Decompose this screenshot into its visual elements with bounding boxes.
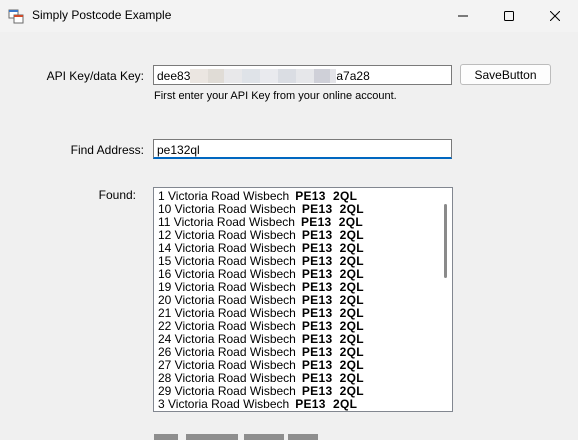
- list-item[interactable]: 3 Victoria Road Wisbech PE13 2QL: [158, 398, 357, 411]
- list-item-address: 14 Victoria Road Wisbech: [158, 241, 296, 255]
- window-title: Simply Postcode Example: [32, 8, 172, 22]
- redacted-block: [296, 69, 315, 83]
- api-key-input[interactable]: dee83 a7a28: [153, 65, 452, 85]
- find-address-value: pe132ql: [157, 143, 200, 157]
- list-item-postcode: PE13 2QL: [301, 293, 364, 307]
- list-item-postcode: PE13 2QL: [295, 397, 358, 411]
- list-item-address: 29 Victoria Road Wisbech: [158, 384, 296, 398]
- list-item-postcode: PE13 2QL: [301, 371, 364, 385]
- list-item-postcode: PE13 2QL: [295, 189, 358, 203]
- maximize-button[interactable]: [486, 0, 532, 32]
- list-item-address: 22 Victoria Road Wisbech: [158, 319, 296, 333]
- list-item-postcode: PE13 2QL: [301, 280, 364, 294]
- list-item-postcode: PE13 2QL: [301, 267, 364, 281]
- redacted-block: [208, 69, 225, 83]
- list-item-address: 16 Victoria Road Wisbech: [158, 267, 296, 281]
- list-item-address: 28 Victoria Road Wisbech: [158, 371, 296, 385]
- list-item-address: 26 Victoria Road Wisbech: [158, 345, 296, 359]
- api-key-suffix: a7a28: [336, 69, 370, 83]
- api-key-value: dee83 a7a28: [157, 69, 370, 83]
- redacted-block: [224, 69, 243, 83]
- cut-off-control: [186, 434, 238, 440]
- list-item-address: 20 Victoria Road Wisbech: [158, 293, 296, 307]
- api-key-label: API Key/data Key:: [46, 69, 144, 83]
- vertical-scrollbar[interactable]: [437, 188, 452, 411]
- list-item-address: 12 Victoria Road Wisbech: [158, 228, 296, 242]
- results-listbox[interactable]: 1 Victoria Road Wisbech PE13 2QL 10 Victor…: [153, 187, 453, 412]
- api-key-prefix: dee83: [157, 69, 191, 83]
- list-item-postcode: PE13 2QL: [301, 254, 364, 268]
- cut-off-control: [154, 434, 178, 440]
- list-item-postcode: PE13 2QL: [300, 215, 364, 229]
- list-item-address: 3 Victoria Road Wisbech: [158, 397, 290, 411]
- list-item-address: 19 Victoria Road Wisbech: [158, 280, 296, 294]
- redacted-block: [190, 69, 209, 83]
- found-label: Found:: [98, 188, 136, 202]
- scrollbar-thumb[interactable]: [444, 204, 447, 278]
- redacted-block: [260, 69, 279, 83]
- find-address-label: Find Address:: [70, 143, 144, 157]
- list-item-address: 27 Victoria Road Wisbech: [158, 358, 296, 372]
- list-item-address: 10 Victoria Road Wisbech: [158, 202, 296, 216]
- list-item-address: 1 Victoria Road Wisbech: [158, 189, 290, 203]
- list-item-postcode: PE13 2QL: [301, 384, 364, 398]
- minimize-button[interactable]: [440, 0, 486, 32]
- list-item-postcode: PE13 2QL: [301, 358, 364, 372]
- app-icon: [8, 9, 24, 24]
- close-icon: [550, 11, 560, 21]
- api-key-hint: First enter your API Key from your onlin…: [154, 90, 397, 102]
- maximize-icon: [504, 11, 514, 21]
- list-item-postcode: PE13 2QL: [301, 241, 364, 255]
- list-item-postcode: PE13 2QL: [301, 319, 364, 333]
- list-item-postcode: PE13 2QL: [301, 345, 364, 359]
- list-item-postcode: PE13 2QL: [301, 202, 364, 216]
- save-button[interactable]: SaveButton: [460, 64, 551, 85]
- list-item-postcode: PE13 2QL: [301, 332, 364, 346]
- cut-off-control: [288, 434, 318, 440]
- list-item-postcode: PE13 2QL: [301, 228, 364, 242]
- redacted-block: [278, 69, 297, 83]
- close-button[interactable]: [532, 0, 578, 32]
- minimize-icon: [458, 15, 468, 17]
- find-address-input[interactable]: pe132ql: [153, 139, 452, 159]
- redacted-block: [242, 69, 261, 83]
- cut-off-control: [244, 434, 284, 440]
- list-item-address: 21 Victoria Road Wisbech: [158, 306, 296, 320]
- list-item-address: 15 Victoria Road Wisbech: [158, 254, 296, 268]
- title-bar: Simply Postcode Example: [0, 0, 578, 32]
- list-item-postcode: PE13 2QL: [301, 306, 364, 320]
- list-item-address: 24 Victoria Road Wisbech: [158, 332, 296, 346]
- redacted-block: [314, 69, 331, 83]
- list-item-address: 11 Victoria Road Wisbech: [158, 215, 295, 229]
